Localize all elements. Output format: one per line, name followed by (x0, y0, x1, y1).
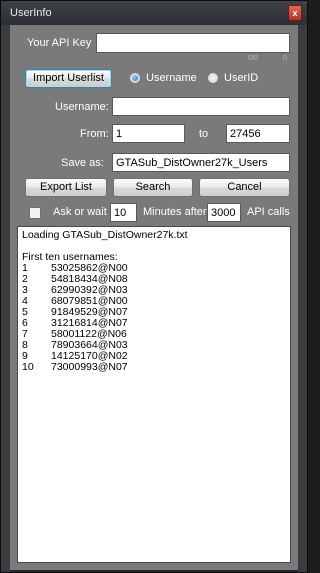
api-quota-used: 0/0 (248, 55, 258, 62)
userinfo-window: UserInfo x Your API Key 0/0 0 Import Use… (0, 0, 308, 573)
search-button[interactable]: Search (113, 178, 193, 197)
username-radio[interactable] (129, 72, 141, 84)
output-log[interactable]: Loading GTASub_DistOwner27k.txt First te… (17, 226, 291, 563)
cancel-button[interactable]: Cancel (199, 178, 290, 197)
username-label: Username: (55, 101, 109, 113)
username-radio-label[interactable]: Username (146, 72, 197, 84)
to-label: to (199, 128, 209, 140)
window-frame-left (1, 25, 10, 572)
log-entry: 10 73000993@N07 (22, 362, 286, 373)
api-key-input[interactable] (96, 33, 290, 53)
title-bar[interactable]: UserInfo x (1, 1, 307, 25)
log-loading-line: Loading GTASub_DistOwner27k.txt (22, 229, 188, 241)
api-key-label: Your API Key (27, 37, 92, 49)
import-userlist-button[interactable]: Import Userlist (25, 69, 112, 88)
entry-number: 10 (22, 361, 34, 373)
api-calls-label: API calls (247, 206, 290, 218)
close-icon: x (292, 8, 298, 18)
api-quota-count: 0 (283, 55, 287, 62)
save-as-label: Save as: (61, 157, 104, 169)
to-input[interactable]: 27456 (226, 124, 290, 143)
client-area: Your API Key 0/0 0 Import Userlist Usern… (10, 25, 298, 570)
save-as-input[interactable]: GTASub_DistOwner27k_Users (112, 153, 290, 172)
ask-or-wait-checkbox[interactable] (29, 207, 41, 219)
window-frame-right (298, 25, 307, 572)
userid-radio-label[interactable]: UserID (224, 72, 258, 84)
export-list-button[interactable]: Export List (25, 178, 107, 197)
from-input[interactable]: 1 (112, 124, 185, 143)
minutes-after-label: Minutes after (143, 206, 207, 218)
close-button[interactable]: x (288, 5, 302, 21)
ask-or-wait-label[interactable]: Ask or wait (53, 206, 107, 218)
api-calls-input[interactable]: 3000 (207, 203, 241, 222)
window-title: UserInfo (10, 7, 52, 19)
entry-username: 73000993@N07 (51, 361, 128, 373)
username-input[interactable] (112, 97, 290, 116)
userid-radio[interactable] (207, 72, 219, 84)
wait-minutes-input[interactable]: 10 (110, 203, 137, 222)
from-label: From: (80, 128, 109, 140)
